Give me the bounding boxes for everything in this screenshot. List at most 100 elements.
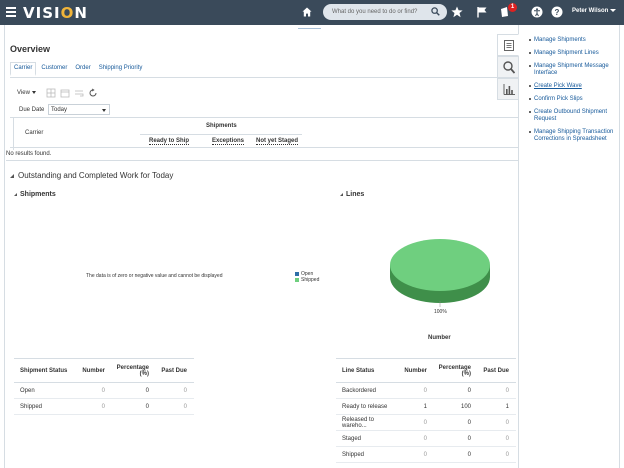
table-cell: 0 (434, 382, 478, 399)
collapse-icon[interactable] (14, 192, 17, 196)
table-cell: 1 (398, 398, 434, 415)
chevron-down-icon (31, 90, 36, 94)
detach-icon[interactable] (60, 88, 70, 98)
collapse-icon[interactable] (10, 173, 14, 178)
refresh-icon[interactable] (88, 88, 98, 98)
task-link-create-outbound-shipment-request[interactable]: Create Outbound Shipment Request (529, 109, 616, 123)
table-cell: 0 (478, 382, 516, 399)
view-menu-button[interactable]: View (10, 90, 36, 96)
analytics-panel-tab[interactable] (497, 78, 519, 100)
pie-slice-ready-to-release[interactable] (390, 239, 490, 291)
table-cell: Released to wareho... (336, 414, 398, 431)
section-divider (6, 160, 518, 161)
task-link-create-pick-wave[interactable]: Create Pick Wave (529, 83, 616, 90)
column-header[interactable]: Line Status (336, 358, 398, 383)
table-cell: 0 (76, 382, 112, 399)
table-cell: 0 (156, 398, 194, 415)
task-link-confirm-pick-slips[interactable]: Confirm Pick Slips (529, 96, 616, 103)
table-cell: Ready to release (336, 398, 398, 415)
accessibility-icon[interactable] (531, 6, 543, 18)
tab-shipping-priority[interactable]: Shipping Priority (96, 62, 146, 76)
work-section-header[interactable]: Outstanding and Completed Work for Today (10, 171, 173, 180)
table-row[interactable]: Backordered 0 0 0 (336, 382, 516, 399)
column-header[interactable]: Past Due (156, 358, 194, 383)
table-cell: Shipped (336, 446, 398, 463)
empty-table-message: No results found. (6, 151, 52, 157)
column-header[interactable]: Shipment Status (14, 358, 76, 383)
collapse-icon[interactable] (340, 192, 343, 196)
chart-no-data-message: The data is of zero or negative value an… (86, 273, 223, 279)
table-cell: Backordered (336, 382, 398, 399)
table-cell: 0 (76, 398, 112, 415)
task-link-manage-shipment-message-interface[interactable]: Manage Shipment Message Interface (529, 63, 616, 77)
table-row[interactable]: Released to wareho... 0 0 0 (336, 414, 516, 431)
search-icon[interactable] (431, 7, 440, 16)
tab-order[interactable]: Order (72, 62, 93, 76)
column-header-not-yet-staged[interactable]: Not yet Staged (256, 138, 299, 145)
lines-subsection-header[interactable]: Lines (340, 191, 364, 198)
wrap-icon[interactable] (74, 88, 84, 98)
column-header[interactable]: Number (76, 358, 112, 383)
search-placeholder: What do you need to do or find? (332, 9, 418, 15)
lines-status-table: Line Status Number Percentage (%) Past D… (336, 358, 516, 463)
user-menu[interactable]: Peter Wilson (572, 8, 617, 14)
chevron-down-icon (102, 109, 106, 112)
global-header: VISION What do you need to do or find? 1… (0, 0, 624, 25)
table-row[interactable]: Staged 0 0 0 (336, 430, 516, 447)
overview-tabs: Carrier Customer Order Shipping Priority (10, 62, 147, 76)
task-link-manage-shipment-lines[interactable]: Manage Shipment Lines (529, 50, 616, 57)
freeze-icon[interactable] (46, 88, 56, 98)
table-row[interactable]: Shipped 0 0 0 (336, 446, 516, 463)
task-link-manage-shipments[interactable]: Manage Shipments (529, 37, 616, 44)
app-logo[interactable]: VISION (23, 4, 88, 22)
tab-carrier[interactable]: Carrier (10, 62, 37, 76)
table-cell: 0 (398, 446, 434, 463)
table-cell: 0 (478, 446, 516, 463)
table-cell: 0 (434, 446, 478, 463)
menu-icon[interactable] (6, 7, 16, 17)
table-cell: Open (14, 382, 76, 399)
tab-customer[interactable]: Customer (38, 62, 70, 76)
shipments-status-table: Shipment Status Number Percentage (%) Pa… (14, 358, 194, 415)
column-header[interactable]: Percentage (%) (434, 358, 478, 383)
table-cell: Staged (336, 430, 398, 447)
legend-swatch (295, 277, 299, 282)
search-panel-tab[interactable] (497, 56, 519, 78)
tasks-icon (504, 40, 514, 51)
table-cell: 0 (398, 382, 434, 399)
global-search-input[interactable]: What do you need to do or find? (323, 4, 447, 20)
table-row[interactable]: Open 0 0 0 (14, 382, 194, 399)
column-header-ready-to-ship[interactable]: Ready to Ship (149, 138, 190, 145)
table-cell: 0 (112, 382, 156, 399)
tabs-divider (10, 77, 518, 78)
pie-data-label: 100% (434, 309, 447, 315)
table-divider (13, 117, 14, 150)
table-cell: 0 (112, 398, 156, 415)
star-icon[interactable] (451, 6, 463, 18)
notification-badge: 1 (508, 3, 517, 12)
shipments-subsection-header[interactable]: Shipments (14, 191, 56, 198)
legend-swatch (295, 271, 299, 276)
task-link-manage-shipping-transaction-corrections[interactable]: Manage Shipping Transaction Corrections … (529, 129, 616, 143)
flag-icon[interactable] (476, 6, 488, 18)
column-header-carrier[interactable]: Carrier (25, 130, 43, 136)
table-toolbar: View (10, 88, 102, 98)
tasks-panel-tab[interactable] (497, 34, 519, 56)
page-title: Overview (10, 44, 51, 54)
column-header[interactable]: Percentage (%) (112, 358, 156, 383)
table-row[interactable]: Ready to release 1 100 1 (336, 398, 516, 415)
table-cell: 0 (478, 430, 516, 447)
search-icon (503, 61, 515, 74)
table-row[interactable]: Shipped 0 0 0 (14, 398, 194, 415)
table-cell: 0 (156, 382, 194, 399)
pie-chart-title: Number (428, 335, 451, 341)
help-icon[interactable]: ? (551, 6, 563, 18)
column-header-exceptions[interactable]: Exceptions (212, 138, 245, 145)
due-date-select[interactable]: Today (48, 104, 110, 115)
table-cell: 1 (478, 398, 516, 415)
column-header[interactable]: Number (398, 358, 434, 383)
table-cell: 0 (398, 414, 434, 431)
column-header[interactable]: Past Due (478, 358, 516, 383)
table-cell: Shipped (14, 398, 76, 415)
home-icon[interactable] (302, 7, 312, 17)
